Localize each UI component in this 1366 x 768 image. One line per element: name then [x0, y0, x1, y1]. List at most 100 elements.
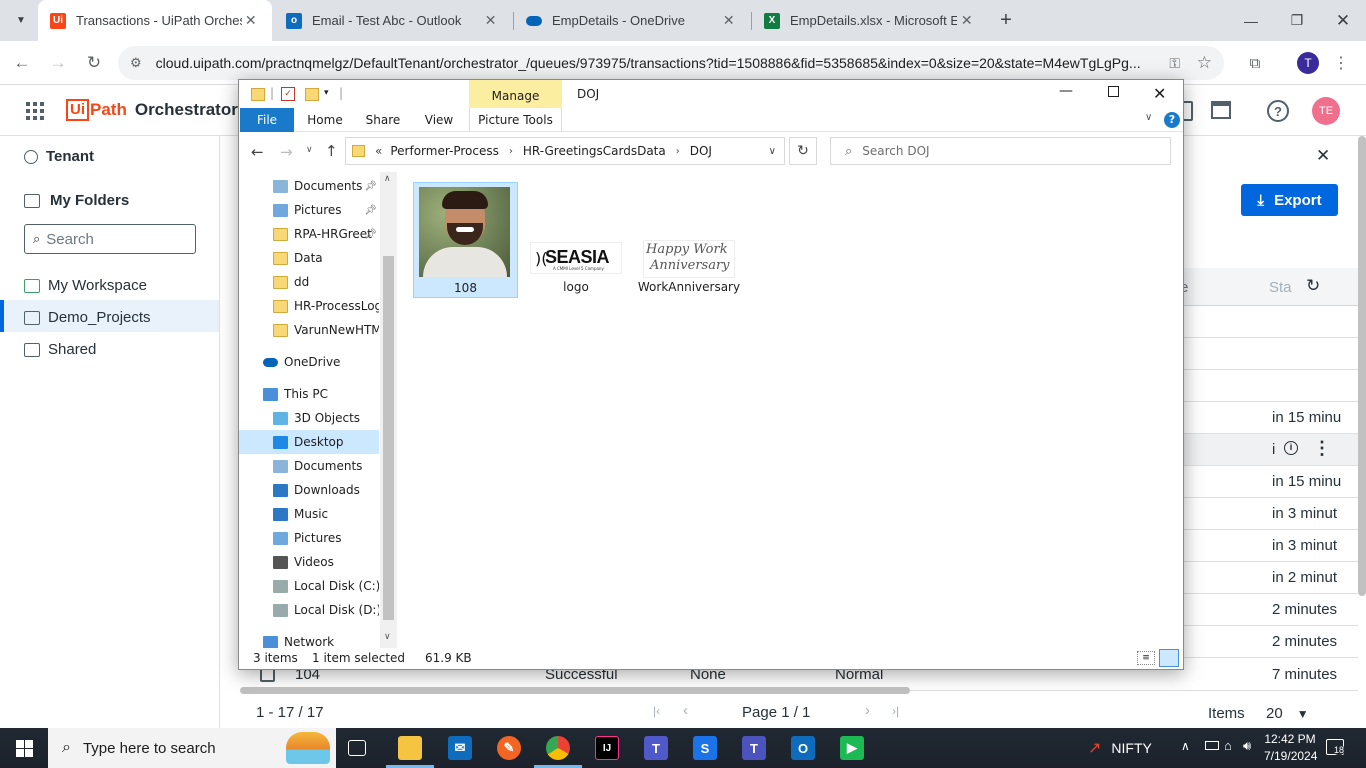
close-window-icon[interactable]: ✕	[1153, 84, 1166, 103]
notification-center-icon[interactable]: 18	[1326, 739, 1346, 755]
tenant-item[interactable]: Tenant	[24, 148, 94, 165]
breadcrumb-item[interactable]: Performer-Process	[390, 144, 499, 158]
tree-item-documents[interactable]: Documents	[239, 454, 379, 478]
app-s-taskbar-icon[interactable]: S	[693, 736, 717, 760]
outlook-taskbar-icon[interactable]: O	[791, 736, 815, 760]
tab-view[interactable]: View	[415, 108, 463, 132]
scroll-up-icon[interactable]: ∧	[384, 174, 391, 184]
bookmark-star-icon[interactable]: ☆	[1197, 53, 1212, 73]
chevron-right-icon[interactable]: ›	[509, 146, 513, 157]
refresh-icon[interactable]: ↻	[1306, 276, 1320, 296]
next-page-icon[interactable]: ›	[865, 702, 870, 719]
tree-item-videos[interactable]: Videos	[239, 550, 379, 574]
export-button[interactable]: ⤓ Export	[1241, 184, 1338, 216]
folder-search-input[interactable]: ⌕ Search	[24, 224, 196, 254]
forward-icon[interactable]: →	[46, 51, 70, 75]
forward-icon[interactable]: →	[280, 143, 293, 161]
help-icon[interactable]: ?	[1164, 112, 1180, 128]
stock-widget[interactable]: ↗ NIFTY	[1088, 728, 1152, 768]
explorer-search-input[interactable]: ⌕ Search DOJ	[830, 137, 1171, 165]
chevron-right-icon[interactable]: ›	[676, 146, 680, 157]
password-key-icon[interactable]: ⚿	[1169, 55, 1180, 72]
tree-scrollbar[interactable]: ∧ ∨	[380, 172, 397, 648]
file-item-108[interactable]: 108	[413, 182, 518, 298]
file-item-logo[interactable]: SEASIA A CMMI Level 5 Company )( logo	[526, 182, 626, 298]
tab-search-button[interactable]: ▼	[10, 9, 32, 31]
close-tab-icon[interactable]: ✕	[957, 12, 976, 29]
tree-item-pictures[interactable]: Pictures 📌︎	[239, 198, 379, 222]
close-tab-icon[interactable]: ✕	[481, 12, 500, 29]
user-avatar[interactable]: TE	[1312, 97, 1340, 125]
volume-icon[interactable]: 🔊︎	[1243, 738, 1251, 754]
tab-home[interactable]: Home	[301, 108, 349, 132]
recent-locations-icon[interactable]: ∨	[306, 145, 313, 155]
manage-contextual-tab[interactable]: Manage	[469, 80, 562, 108]
horizontal-scrollbar[interactable]	[240, 687, 910, 694]
items-per-page-select[interactable]: 20 ▼	[1266, 705, 1309, 722]
media-player-taskbar-icon[interactable]: ▶	[840, 736, 864, 760]
tray-overflow-icon[interactable]: ∧	[1181, 739, 1190, 753]
tab-picture-tools[interactable]: Picture Tools	[469, 108, 562, 132]
file-item-workanniversary[interactable]: Happy Work Anniversary WorkAnniversary	[634, 182, 744, 298]
file-explorer-taskbar-icon[interactable]	[398, 736, 422, 760]
close-tab-icon[interactable]: ✕	[242, 12, 260, 29]
tab-share[interactable]: Share	[359, 108, 407, 132]
tree-item-rpa-hrgreet[interactable]: RPA-HRGreet 📌︎	[239, 222, 379, 246]
uipath-logo[interactable]: Ui Path Orchestrator	[66, 99, 238, 121]
browser-tab-onedrive[interactable]: EmpDetails - OneDrive ✕	[514, 0, 750, 41]
tree-item-varunnewhtml[interactable]: VarunNewHTML	[239, 318, 379, 342]
start-icon[interactable]	[16, 740, 33, 757]
reload-icon[interactable]: ↻	[82, 51, 106, 75]
mail-taskbar-icon[interactable]: ✉	[448, 736, 472, 760]
tree-item-local-disk-d[interactable]: Local Disk (D:)	[239, 598, 379, 622]
back-icon[interactable]: ←	[10, 51, 34, 75]
prev-page-icon[interactable]: ‹	[683, 702, 688, 719]
close-panel-icon[interactable]: ✕	[1316, 146, 1330, 166]
scroll-down-icon[interactable]: ∨	[384, 632, 391, 642]
close-tab-icon[interactable]: ✕	[719, 12, 738, 29]
vertical-scrollbar[interactable]	[1358, 136, 1366, 596]
store-icon[interactable]	[1211, 101, 1231, 119]
tree-item-hr-processlogs[interactable]: HR-ProcessLogs	[239, 294, 379, 318]
first-page-icon[interactable]: |‹	[653, 704, 660, 718]
network-icon[interactable]: ⌂	[1224, 738, 1232, 753]
up-icon[interactable]: ↑	[325, 142, 338, 160]
sidebar-item-demo-projects[interactable]: Demo_Projects	[24, 309, 151, 326]
breadcrumb-bar[interactable]: « Performer-Process › HR-GreetingsCardsD…	[345, 137, 785, 165]
refresh-button[interactable]: ↻	[789, 137, 817, 165]
column-header-status[interactable]: Sta	[1269, 279, 1292, 296]
tree-item-data[interactable]: Data	[239, 246, 379, 270]
tree-item-dd[interactable]: dd	[239, 270, 379, 294]
extensions-icon[interactable]: ⧉	[1243, 51, 1267, 75]
clock[interactable]: 12:42 PM 7/19/2024	[1264, 731, 1317, 765]
sidebar-item-my-workspace[interactable]: My Workspace	[24, 277, 147, 294]
breadcrumb-item[interactable]: HR-GreetingsCardsData	[523, 144, 666, 158]
browser-tab-outlook[interactable]: o Email - Test Abc - Outlook ✕	[274, 0, 512, 41]
tree-item-3d-objects[interactable]: 3D Objects	[239, 406, 379, 430]
app-launcher-icon[interactable]	[26, 102, 44, 120]
back-icon[interactable]: ←	[251, 143, 264, 161]
sidebar-item-shared[interactable]: Shared	[24, 341, 96, 358]
teams-work-taskbar-icon[interactable]: T	[742, 736, 766, 760]
draw-app-taskbar-icon[interactable]: ✎	[497, 736, 521, 760]
help-icon[interactable]: ?	[1267, 100, 1289, 122]
tree-item-documents[interactable]: Documents 📌︎	[239, 174, 379, 198]
new-tab-button[interactable]: +	[995, 9, 1017, 31]
details-view-icon[interactable]: ≡	[1137, 651, 1155, 665]
profile-avatar[interactable]: T	[1297, 52, 1319, 74]
tree-item-music[interactable]: Music	[239, 502, 379, 526]
tab-file[interactable]: File	[240, 108, 294, 132]
chrome-taskbar-icon[interactable]	[546, 736, 570, 760]
browser-tab-orchestrator[interactable]: Ui Transactions - UiPath Orchestra ✕	[38, 0, 272, 41]
intellij-taskbar-icon[interactable]: IJ	[595, 736, 619, 760]
more-actions-icon[interactable]: ⋮	[1313, 438, 1331, 459]
tree-item-local-disk-c[interactable]: Local Disk (C:)	[239, 574, 379, 598]
my-folders-item[interactable]: My Folders	[24, 192, 129, 209]
tree-item-network[interactable]: Network	[239, 630, 379, 648]
expand-ribbon-icon[interactable]: ∨	[1145, 112, 1152, 123]
browser-tab-excel[interactable]: X EmpDetails.xlsx - Microsoft Exce ✕	[752, 0, 988, 41]
address-bar[interactable]: ⚙ cloud.uipath.com/practnqmelgz/DefaultT…	[118, 46, 1224, 80]
tree-item-desktop[interactable]: Desktop	[239, 430, 379, 454]
tree-item-downloads[interactable]: Downloads	[239, 478, 379, 502]
maximize-icon[interactable]	[1108, 86, 1119, 97]
